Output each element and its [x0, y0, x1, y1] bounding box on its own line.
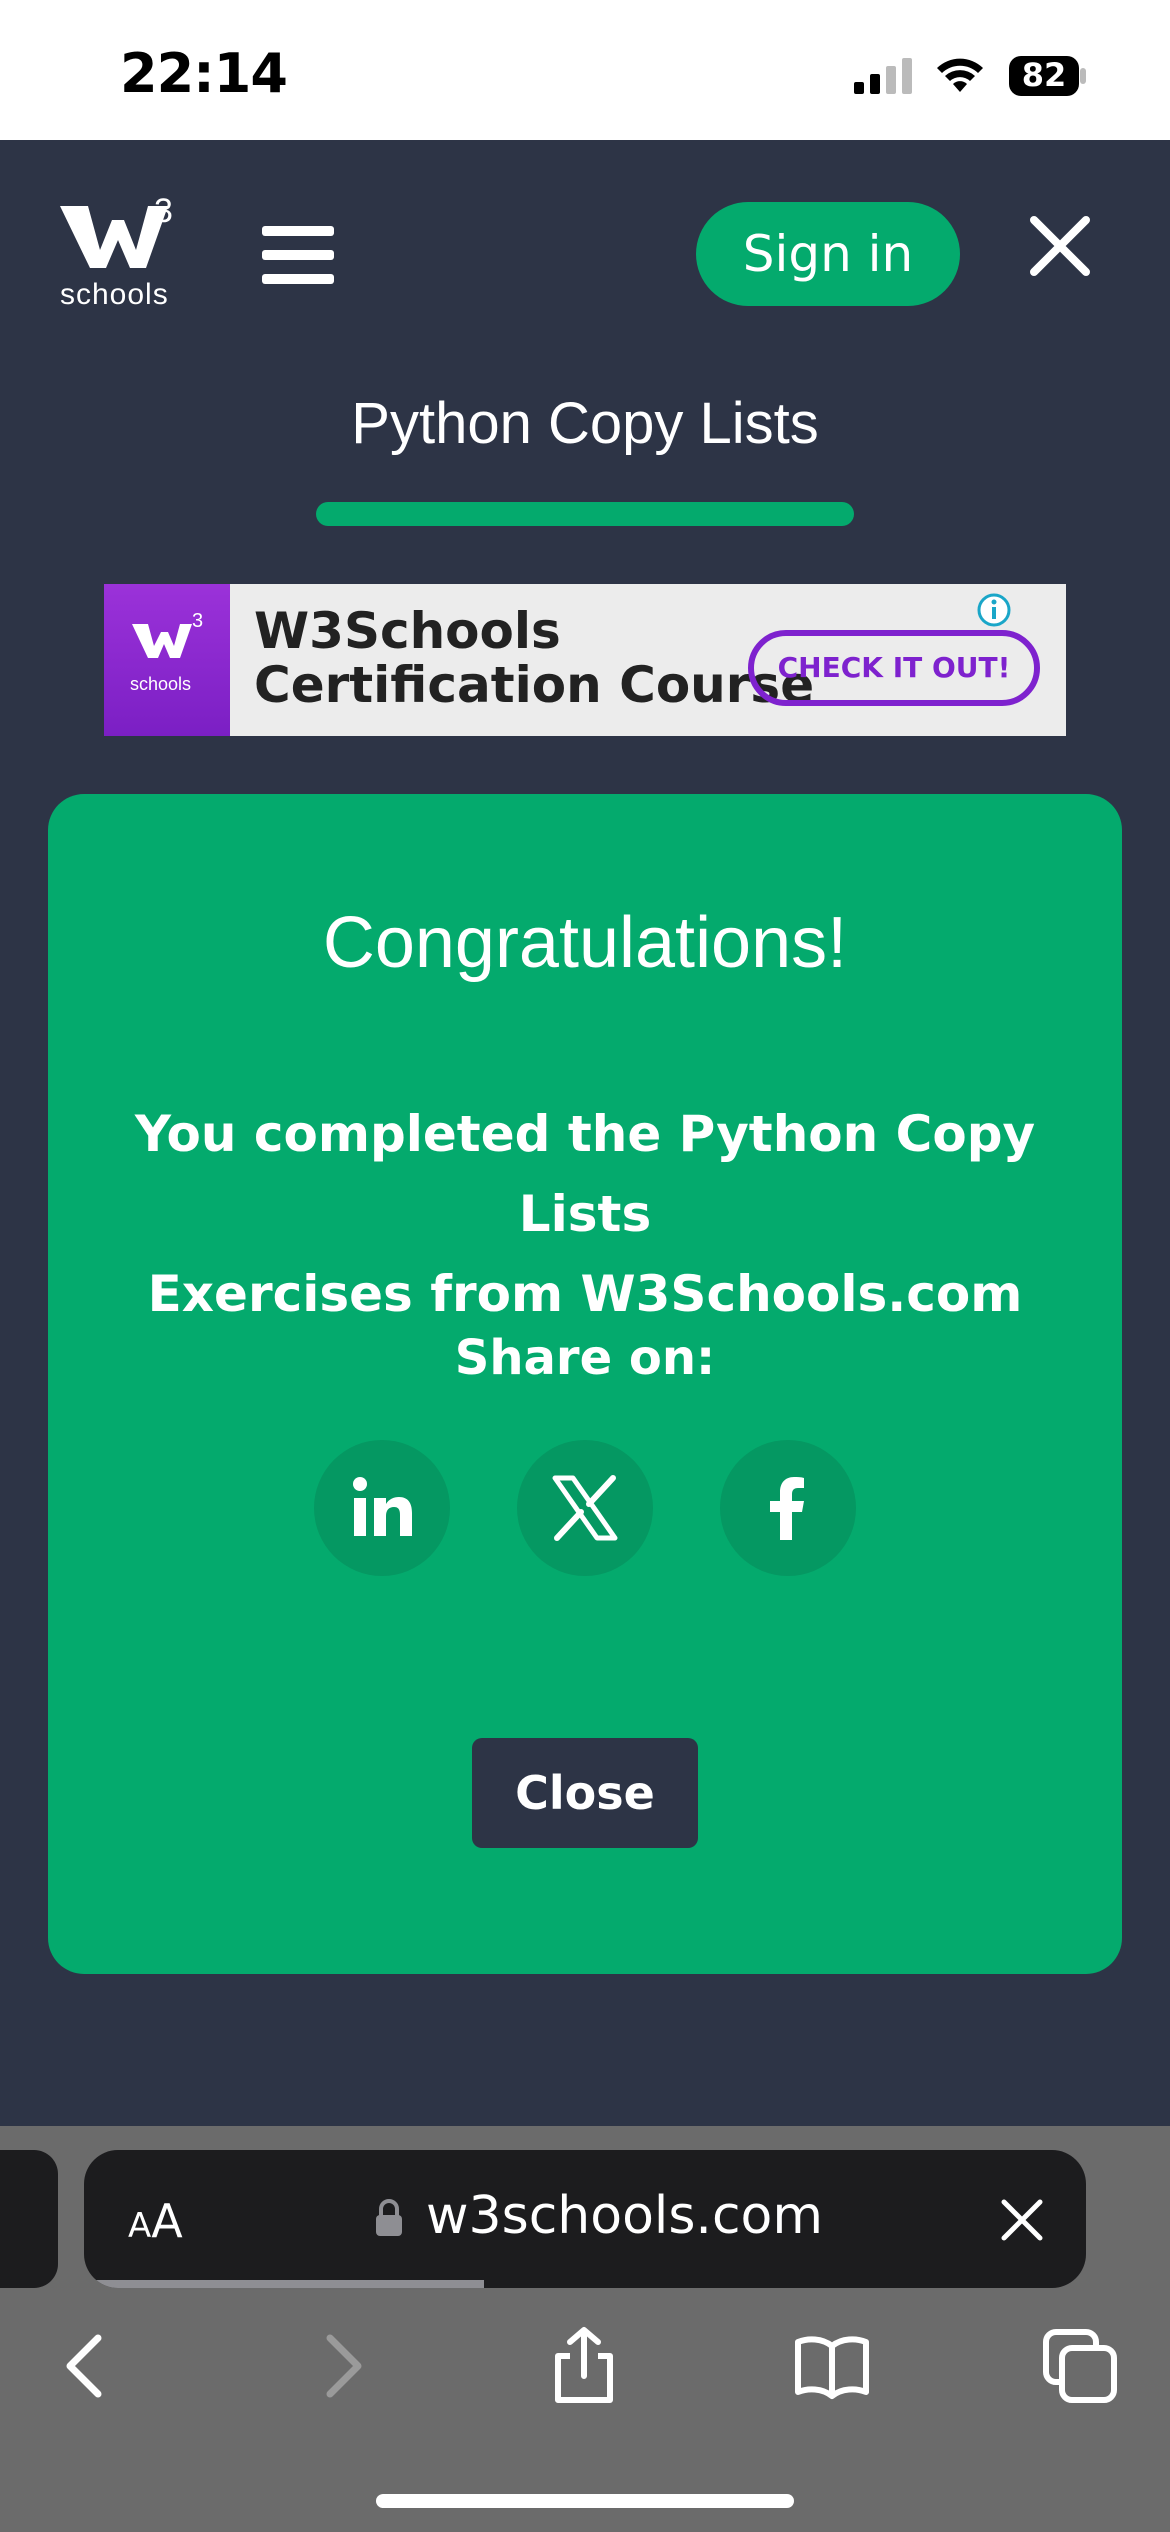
url-text: w3schools.com [426, 2186, 824, 2246]
dialog-message-line-1: You completed the Python Copy Lists [134, 1105, 1036, 1243]
address-bar[interactable]: AA w3schools.com [84, 2150, 1086, 2288]
share-facebook-button[interactable] [720, 1440, 856, 1576]
dialog-message-line-2: Exercises from W3Schools.com [147, 1265, 1023, 1323]
share-linkedin-button[interactable] [314, 1440, 450, 1576]
status-bar: 22:14 82 [0, 0, 1170, 140]
ad-logo-text: schools [130, 674, 192, 694]
lock-icon [376, 2199, 402, 2236]
home-indicator[interactable] [376, 2494, 794, 2508]
congratulations-dialog: Congratulations! You completed the Pytho… [48, 794, 1122, 1974]
hamburger-line [262, 274, 334, 284]
ad-line-1: W3Schools [254, 602, 561, 660]
aa-small: A [128, 2206, 152, 2246]
ad-line-2: Certification Course [254, 656, 815, 714]
tabs-icon[interactable] [1040, 2326, 1120, 2406]
dialog-message: You completed the Python Copy Lists Exer… [108, 1094, 1062, 1334]
ad-info-icon[interactable] [976, 592, 1012, 628]
linkedin-icon [353, 1477, 412, 1536]
close-dialog-button[interactable]: Close [472, 1738, 698, 1848]
ad-cta-button[interactable]: CHECK IT OUT! [748, 630, 1040, 706]
battery-percent: 82 [1021, 56, 1067, 94]
ad-logo-superscript: 3 [192, 610, 204, 632]
page-load-progress [84, 2280, 484, 2288]
dialog-title: Congratulations! [322, 903, 848, 983]
battery-indicator: 82 [1008, 54, 1088, 98]
bookmarks-icon[interactable] [792, 2326, 872, 2406]
hamburger-line [262, 250, 334, 260]
ad-banner[interactable]: 3 schools W3Schools Certification Course… [104, 584, 1066, 736]
x-icon [552, 1475, 618, 1541]
w3-logo-mark-icon [132, 624, 192, 658]
hamburger-line [262, 226, 334, 236]
forward-icon[interactable] [300, 2326, 380, 2406]
cellular-signal-icon [854, 58, 912, 94]
status-time: 22:14 [120, 42, 288, 105]
stop-loading-icon[interactable] [1000, 2198, 1044, 2242]
aa-big: A [151, 2194, 183, 2248]
sign-in-button[interactable]: Sign in [696, 202, 960, 306]
menu-button[interactable] [262, 226, 334, 286]
close-icon[interactable] [1028, 214, 1092, 278]
browser-toolbar: AA w3schools.com [0, 2126, 1170, 2532]
back-icon[interactable] [48, 2326, 128, 2406]
logo-superscript: 3 [154, 192, 173, 230]
previous-tab-peek[interactable] [0, 2150, 58, 2288]
reader-options-button[interactable]: AA [128, 2194, 183, 2248]
w3schools-page: 3 schools Sign in Python Copy Lists 3 sc… [0, 140, 1170, 2150]
progress-bar [316, 502, 854, 526]
ad-logo: 3 schools [104, 584, 230, 736]
wifi-icon [937, 58, 983, 92]
w3schools-logo[interactable]: 3 schools [58, 192, 178, 311]
facebook-icon [770, 1477, 804, 1540]
share-x-button[interactable] [517, 1440, 653, 1576]
ad-headline: W3Schools Certification Course [254, 604, 814, 712]
share-icon[interactable] [544, 2326, 624, 2406]
logo-text: schools [60, 278, 169, 311]
share-label: Share on: [454, 1330, 716, 1386]
page-title: Python Copy Lists [351, 391, 819, 456]
